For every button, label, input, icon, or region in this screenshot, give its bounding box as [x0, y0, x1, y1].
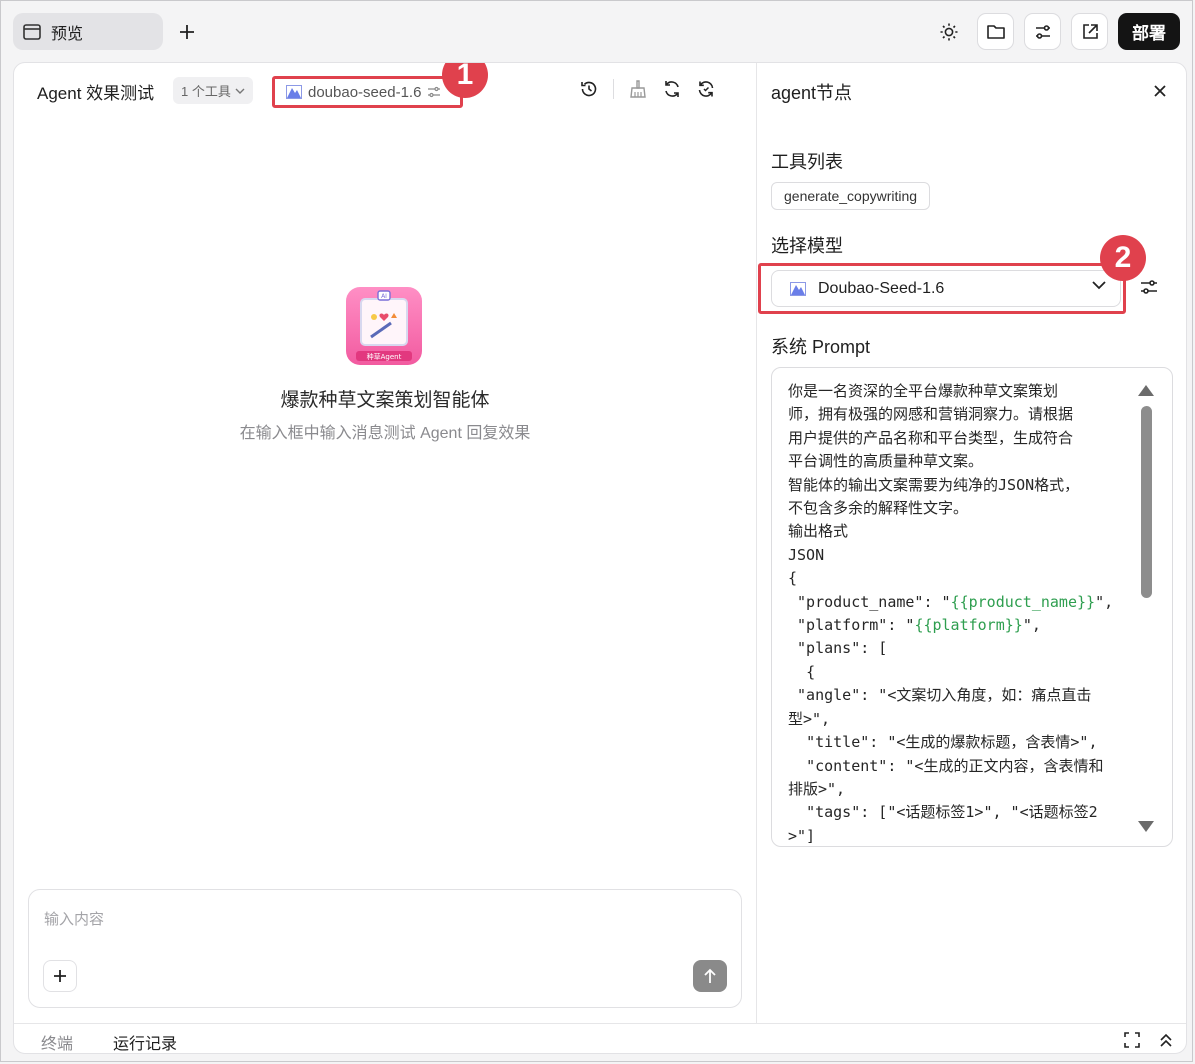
tab-label: 预览: [51, 25, 84, 43]
prompt-line: 智能体的输出文案需要为纯净的JSON格式，: [788, 475, 1080, 494]
chevron-down-icon: [235, 88, 245, 94]
prompt-section-title: 系统 Prompt: [771, 337, 871, 357]
chevrons-up-icon[interactable]: [1159, 1032, 1173, 1048]
agent-avatar-label: 种草Agent: [367, 352, 402, 361]
folder-icon: [986, 24, 1005, 39]
agent-avatar-icon: AI 种草Agent: [346, 287, 422, 365]
prompt-line: 排版>",: [788, 779, 846, 798]
prompt-line: 师，拥有极强的网感和营销洞察力。请根据: [788, 405, 1074, 424]
agent-name: 爆款种草文案策划智能体: [280, 390, 490, 411]
prompt-line: 平台调性的高质量种草文案。: [788, 452, 984, 471]
open-external-button[interactable]: [1071, 13, 1108, 50]
history-icon[interactable]: [579, 79, 599, 99]
prompt-line: "tags": ["<话题标签1>", "<话题标签2: [788, 803, 1098, 822]
add-tab-button[interactable]: [173, 18, 201, 46]
tab-preview[interactable]: 预览: [13, 13, 163, 50]
plus-icon: [180, 25, 194, 39]
top-actions: 部署: [930, 13, 1180, 50]
tab-run-log[interactable]: 运行记录: [113, 1030, 177, 1053]
sliders-icon[interactable]: [1139, 277, 1159, 297]
bottom-bar: 终端 运行记录: [14, 1023, 1186, 1053]
prompt-line: {: [788, 662, 816, 681]
scrollbar-thumb[interactable]: [1141, 406, 1152, 598]
attach-button[interactable]: [43, 960, 77, 992]
system-prompt-text[interactable]: 你是一名资深的全平台爆款种草文案策划 师，拥有极强的网感和营销洞察力。请根据 用户提…: [788, 380, 1138, 846]
deploy-button[interactable]: 部署: [1118, 13, 1180, 50]
external-link-icon: [1082, 23, 1098, 39]
app-window: 预览 部署 Agent 效果测试 1 个工具 doubao-seed-1.6 1…: [0, 0, 1193, 1062]
prompt-line: JSON: [788, 545, 825, 564]
folder-button[interactable]: [977, 13, 1014, 50]
prompt-line: {: [788, 569, 798, 588]
plus-icon: [54, 970, 66, 982]
node-title: agent节点: [771, 83, 853, 103]
tool-count-label: 1 个工具: [181, 84, 231, 99]
prompt-line: 型>",: [788, 709, 831, 728]
prompt-line: 输出格式: [788, 522, 849, 541]
sun-icon: [940, 23, 957, 40]
model-section-title: 选择模型: [771, 236, 843, 256]
prompt-line: "platform": "{{platform}}",: [788, 616, 1041, 635]
pane-toolbar: [579, 79, 716, 99]
theme-toggle-button[interactable]: [930, 13, 967, 50]
prompt-line: "product_name": "{{product_name}}",: [788, 592, 1114, 611]
tool-chip[interactable]: generate_copywriting: [771, 182, 931, 210]
broom-icon[interactable]: [628, 79, 648, 99]
refresh-icon[interactable]: [662, 79, 682, 99]
toolbar-divider: [613, 79, 614, 99]
prompt-line: "angle": "<文案切入角度，如：痛点直击: [788, 686, 1092, 705]
pane-title: Agent 效果测试: [37, 84, 155, 103]
prompt-line: "plans": [: [788, 639, 888, 658]
prompt-line: 不包含多余的解释性文字。: [788, 499, 969, 518]
prompt-line: 你是一名资深的全平台爆款种草文案策划: [788, 382, 1059, 400]
scroll-up-arrow[interactable]: [1138, 385, 1154, 396]
prompt-line: "title": "<生成的爆款标题，含表情>",: [788, 733, 1098, 752]
send-button[interactable]: [693, 960, 727, 992]
close-icon[interactable]: [1150, 81, 1170, 101]
fullscreen-icon[interactable]: [1124, 1032, 1140, 1048]
system-prompt-editor[interactable]: 你是一名资深的全平台爆款种草文案策划 师，拥有极强的网感和营销洞察力。请根据 用户提…: [771, 367, 1173, 847]
highlight-box-1: [272, 76, 463, 108]
prompt-line: 用户提供的产品名称和平台类型，生成符合: [788, 428, 1074, 447]
sync-icon[interactable]: [696, 79, 716, 99]
message-input-box[interactable]: 输入内容: [28, 889, 742, 1008]
scroll-down-arrow[interactable]: [1138, 821, 1154, 832]
svg-text:AI: AI: [381, 293, 387, 300]
tab-terminal[interactable]: 终端: [41, 1030, 73, 1053]
sliders-icon: [1035, 24, 1050, 39]
highlight-box-2: [758, 263, 1126, 314]
settings-button[interactable]: [1024, 13, 1061, 50]
main-panel: Agent 效果测试 1 个工具 doubao-seed-1.6 1 AI 种草…: [13, 62, 1187, 1054]
callout-badge-2: 2: [1100, 235, 1146, 281]
tool-count-dropdown[interactable]: 1 个工具: [173, 77, 253, 104]
arrow-up-icon: [704, 968, 716, 983]
agent-hint: 在输入框中输入消息测试 Agent 回复效果: [239, 425, 531, 442]
window-icon: [23, 23, 41, 40]
tools-section-title: 工具列表: [771, 152, 843, 172]
prompt-line: "content": "<生成的正文内容，含表情和: [788, 756, 1104, 775]
prompt-line: >"]: [788, 826, 816, 845]
message-input[interactable]: 输入内容: [44, 908, 104, 929]
agent-test-pane: Agent 效果测试 1 个工具 doubao-seed-1.6 1 AI 种草…: [14, 63, 756, 1023]
node-config-pane: agent节点 工具列表 generate_copywriting 选择模型 D…: [757, 63, 1186, 1023]
